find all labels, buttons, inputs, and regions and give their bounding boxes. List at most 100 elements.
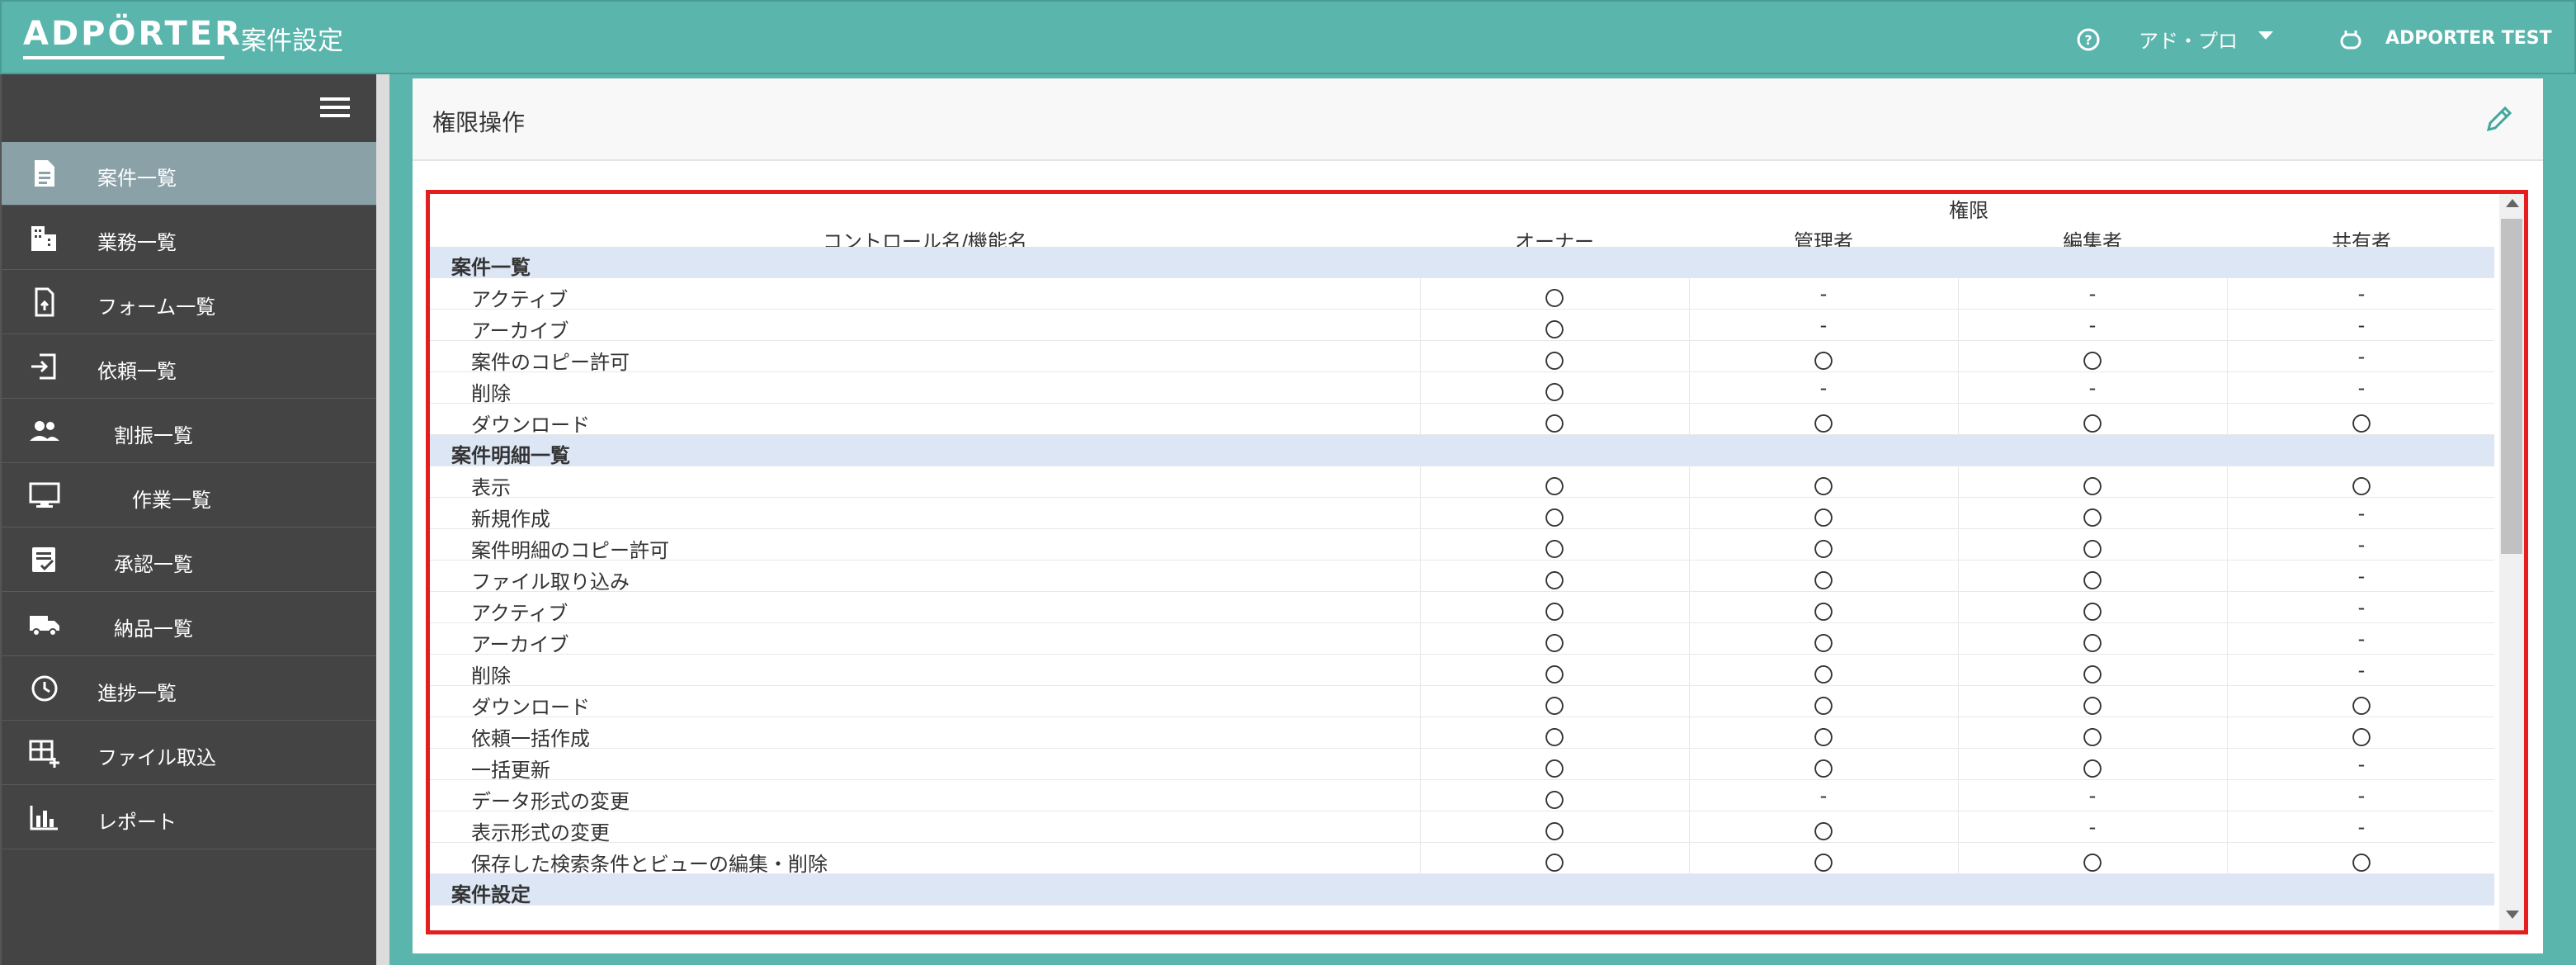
table-scrollbar[interactable]	[2499, 194, 2524, 930]
sidebar-item-report[interactable]: レポート	[2, 786, 378, 849]
sidebar-item-delivery[interactable]: 納品一覧	[2, 593, 378, 656]
sidebar-item-approval[interactable]: 承認一覧	[2, 528, 378, 592]
permission-cell: 〇	[1545, 821, 1564, 844]
permission-cell: -	[2357, 659, 2366, 682]
permission-cell: 〇	[1545, 538, 1564, 561]
permission-cell: -	[1819, 376, 1828, 400]
permission-cell: 〇	[1814, 475, 1833, 499]
table-row: 表示形式の変更 〇 〇 - -	[430, 811, 2494, 844]
permission-cell: 〇	[1545, 632, 1564, 655]
table-row: 保存した検索条件とビューの編集・削除 〇 〇 〇 〇	[430, 843, 2494, 876]
sidebar-item-label: 作業一覧	[132, 489, 211, 512]
sidebar-item-file-import[interactable]: ファイル取込	[2, 721, 378, 785]
permission-cell: -	[2357, 784, 2366, 807]
permission-cell: -	[1819, 784, 1828, 807]
table-section-row: 案件設定	[430, 874, 2494, 906]
permission-cell: 〇	[2352, 726, 2371, 750]
function-name: 表示	[471, 476, 511, 499]
building-icon	[31, 226, 56, 251]
permission-cell: 〇	[1545, 758, 1564, 781]
permission-cell: -	[2357, 345, 2366, 368]
function-name: データ形式の変更	[471, 790, 630, 813]
permission-cell: -	[2357, 565, 2366, 588]
permission-cell: -	[1819, 314, 1828, 337]
permission-cell: 〇	[1545, 413, 1564, 436]
function-name: 依頼一括作成	[471, 727, 590, 750]
chevron-down-icon[interactable]	[2258, 31, 2273, 40]
permission-cell: 〇	[1545, 350, 1564, 373]
permission-cell: 〇	[1545, 601, 1564, 624]
table-row: ダウンロード 〇 〇 〇 〇	[430, 686, 2494, 719]
permission-cell: -	[2357, 282, 2366, 305]
sidebar-item-label: 納品一覧	[114, 617, 193, 641]
table-section-row: 案件明細一覧	[430, 435, 2494, 467]
table-row: 依頼一括作成 〇 〇 〇 〇	[430, 717, 2494, 750]
scroll-down-arrow-icon[interactable]	[2506, 911, 2519, 919]
function-name: アクティブ	[471, 602, 569, 625]
table-body[interactable]: 権限 コントロール名/機能名 オーナー 管理者 編集者 共有者 案件一覧 アクティ…	[430, 194, 2494, 930]
permission-cell: 〇	[1545, 852, 1564, 875]
permission-cell: 〇	[2083, 852, 2102, 875]
sidebar-gutter	[376, 74, 389, 965]
permission-cell: 〇	[1545, 695, 1564, 718]
user-icon[interactable]	[2338, 28, 2363, 51]
permission-cell: 〇	[1545, 570, 1564, 593]
table-row: 表示 〇 〇 〇 〇	[430, 466, 2494, 499]
permission-cell: -	[2357, 376, 2366, 400]
function-name: 表示形式の変更	[471, 821, 610, 844]
table-row: アクティブ 〇 〇 〇 -	[430, 592, 2494, 625]
function-name: 一括更新	[471, 759, 550, 782]
table-row: アーカイブ 〇 - - -	[430, 310, 2494, 343]
sidebar-item-label: 業務一覧	[97, 231, 177, 254]
approval-icon	[32, 547, 55, 572]
table-row: 案件明細のコピー許可 〇 〇 〇 -	[430, 529, 2494, 562]
app-title: 案件設定	[241, 26, 343, 56]
function-name: アクティブ	[471, 288, 569, 311]
sidebar-item-work[interactable]: 作業一覧	[2, 464, 378, 527]
permission-cell: 〇	[2083, 726, 2102, 750]
permission-cell: 〇	[1545, 319, 1564, 342]
permission-cell: 〇	[1814, 852, 1833, 875]
sidebar-item-label: 進捗一覧	[97, 682, 177, 705]
permission-cell: 〇	[1545, 726, 1564, 750]
permission-cell: -	[2357, 627, 2366, 650]
permission-cell: -	[2357, 314, 2366, 337]
sidebar-item-assign[interactable]: 割振一覧	[2, 400, 378, 463]
function-name: 新規作成	[471, 508, 550, 531]
sidebar-item-cases[interactable]: 案件一覧	[2, 142, 378, 206]
permission-cell: 〇	[2083, 350, 2102, 373]
svg-text:?: ?	[2084, 32, 2092, 48]
clock-icon	[31, 675, 58, 702]
permission-cell: 〇	[2083, 632, 2102, 655]
sidebar-item-progress[interactable]: 進捗一覧	[2, 657, 378, 721]
sidebar-item-label: 承認一覧	[114, 553, 193, 576]
permission-cell: -	[2088, 282, 2097, 305]
table-add-icon	[29, 740, 59, 768]
table-row: データ形式の変更 〇 - - -	[430, 780, 2494, 813]
user-name[interactable]: ADPORTER TEST	[2385, 28, 2552, 49]
permission-cell: -	[2088, 314, 2097, 337]
permission-cell: -	[2357, 533, 2366, 556]
permission-cell: 〇	[1814, 601, 1833, 624]
permission-cell: 〇	[1814, 664, 1833, 687]
permission-cell: 〇	[1814, 413, 1833, 436]
function-name: 案件明細のコピー許可	[471, 539, 669, 562]
permission-cell: 〇	[2083, 664, 2102, 687]
sidebar-item-tasks[interactable]: 業務一覧	[2, 206, 378, 270]
help-icon[interactable]: ?	[2076, 27, 2101, 52]
table-row: 一括更新 〇 〇 〇 -	[430, 749, 2494, 782]
account-dropdown[interactable]: アド・プロ	[2139, 25, 2238, 54]
scroll-thumb[interactable]	[2501, 219, 2522, 554]
sidebar-item-requests[interactable]: 依頼一覧	[2, 335, 378, 399]
edit-icon[interactable]	[2484, 103, 2515, 135]
sidebar-item-label: ファイル取込	[97, 746, 216, 769]
scroll-up-arrow-icon[interactable]	[2506, 199, 2519, 207]
table-row: アクティブ 〇 - - -	[430, 278, 2494, 311]
menu-icon[interactable]	[320, 97, 350, 119]
sidebar-item-forms[interactable]: フォーム一覧	[2, 271, 378, 334]
top-header: ADPÖRTER 案件設定 ? アド・プロ ADPORTER TEST	[0, 0, 2576, 74]
function-name: アーカイブ	[471, 633, 569, 656]
sidebar-item-label: 依頼一覧	[97, 360, 177, 383]
form-icon	[35, 287, 54, 317]
app-logo[interactable]: ADPÖRTER	[23, 15, 243, 53]
